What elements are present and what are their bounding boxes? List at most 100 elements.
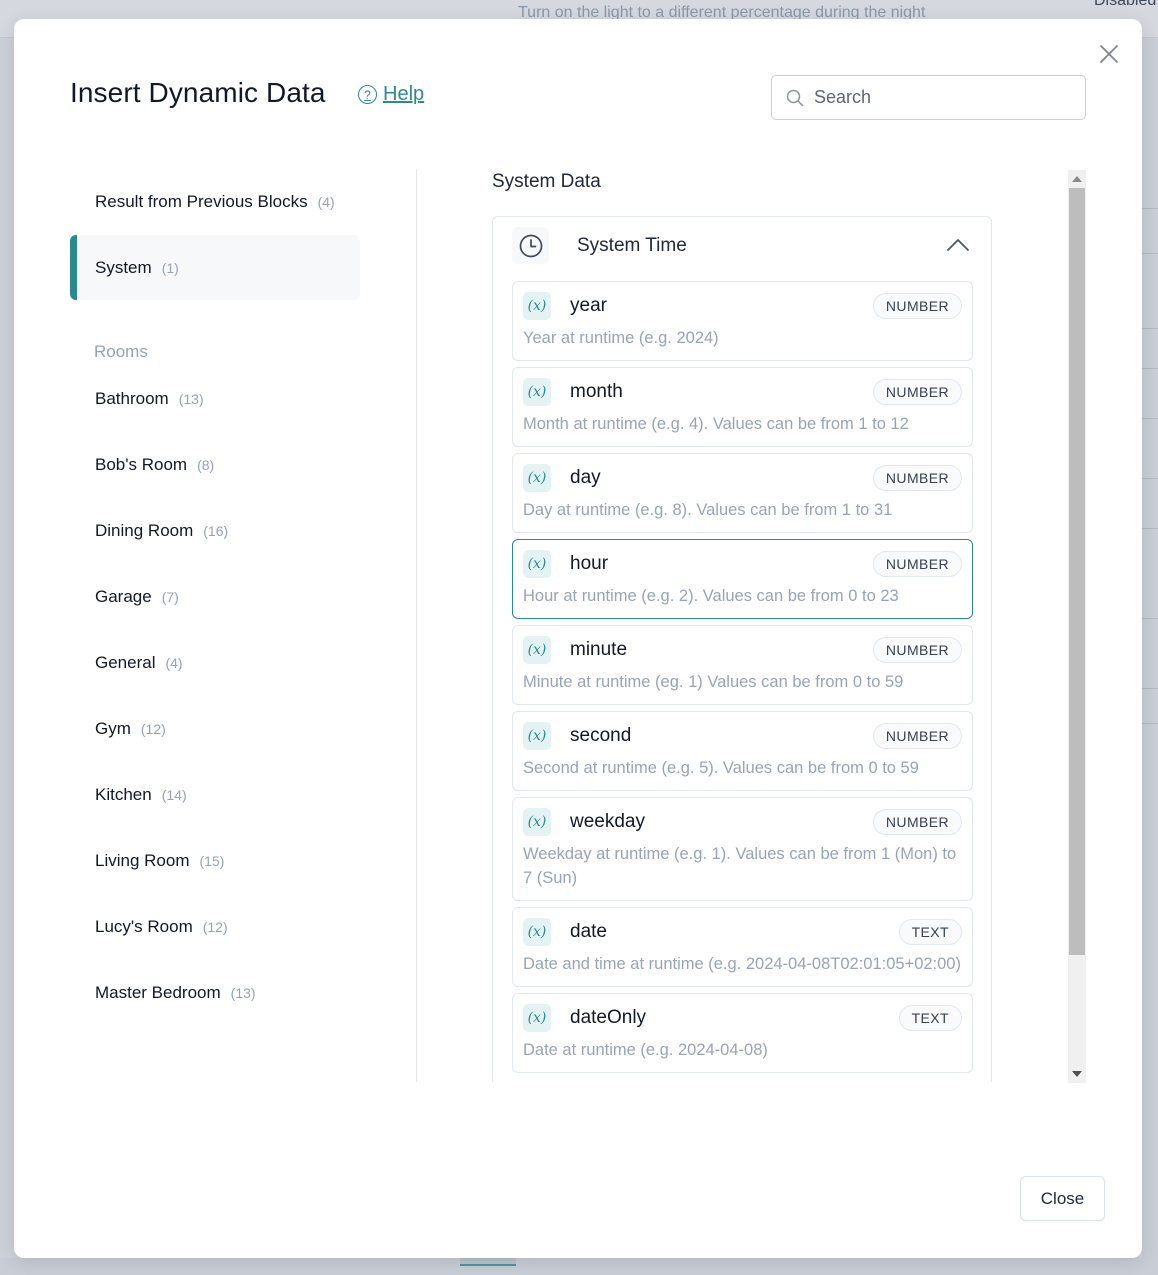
variable-description: Year at runtime (e.g. 2024) [523,329,719,347]
nav-item-room[interactable]: Living Room (15) [70,828,360,893]
nav-item-count: (14) [161,786,187,803]
variable-icon: (x) [523,635,551,664]
variable-type-badge: TEXT [898,1004,962,1031]
nav-item-label: Garage [95,586,152,606]
nav-item-label: Master Bedroom [95,982,221,1002]
insert-dynamic-data-modal: Insert Dynamic Data ? Help Result from P… [14,19,1142,1258]
nav-item-label: Kitchen [95,784,152,804]
variable-name: year [570,294,607,316]
close-button[interactable]: Close [1020,1176,1105,1221]
category-nav: Result from Previous Blocks (4) System (… [70,169,360,1026]
variable-card[interactable]: (x) date TEXT Date and time at runtime (e.g… [512,907,973,987]
variable-name: dateOnly [570,1006,647,1028]
nav-item-label: Bob's Room [95,454,188,474]
background-tab [460,1258,516,1266]
help-link[interactable]: ? Help [358,83,424,106]
variable-description: Day at runtime (e.g. 8). Values can be f… [523,501,893,519]
variable-type-badge: NUMBER [872,722,962,749]
search-input[interactable] [814,87,1054,108]
nav-item-room[interactable]: Bob's Room (8) [70,432,360,497]
variable-description: Minute at runtime (eg. 1) Values can be … [523,673,904,691]
chevron-up-icon[interactable] [945,235,971,255]
variable-name: hour [570,552,609,574]
variable-card-header: (x) day NUMBER [523,463,962,492]
variable-name: day [570,466,601,488]
scrollbar-thumb[interactable] [1069,188,1085,955]
nav-item-result-from-previous-blocks[interactable]: Result from Previous Blocks (4) [70,169,360,234]
nav-item-system[interactable]: System (1) [70,235,360,300]
variable-card-header: (x) month NUMBER [523,377,962,406]
nav-item-count: (8) [197,456,215,473]
variable-card[interactable]: (x) year NUMBER Year at runtime (e.g. 2024) [512,281,973,361]
nav-item-count: (13) [178,390,204,407]
question-circle-icon: ? [358,85,377,104]
nav-item-count: (1) [161,259,179,276]
search-field[interactable] [771,75,1086,120]
nav-item-room[interactable]: General (4) [70,630,360,695]
variable-icon: (x) [523,917,551,946]
variable-icon: (x) [523,721,551,750]
nav-item-room[interactable]: Garage (7) [70,564,360,629]
variable-card[interactable]: (x) minute NUMBER Minute at runtime (eg. 1)… [512,625,973,705]
variable-name: month [570,380,623,402]
modal-title: Insert Dynamic Data [70,77,326,108]
scrollbar[interactable] [1068,170,1086,1083]
variable-name: date [570,920,607,942]
variable-card-header: (x) second NUMBER [523,721,962,750]
variable-type-badge: NUMBER [872,292,962,319]
rooms-section-label: Rooms [94,342,148,361]
nav-item-room[interactable]: Kitchen (14) [70,762,360,827]
background-footer [0,1258,1158,1275]
variable-name: minute [570,638,628,660]
nav-item-count: (12) [202,918,228,935]
variable-type-badge: NUMBER [872,378,962,405]
nav-item-room[interactable]: Dining Room (16) [70,498,360,563]
nav-item-count: (7) [161,588,179,605]
clock-icon [512,227,549,264]
variable-type-badge: NUMBER [872,464,962,491]
variable-type-badge: NUMBER [872,636,962,663]
nav-item-label: Gym [95,718,131,738]
nav-item-room[interactable]: Master Bedroom (13) [70,960,360,1025]
nav-item-label: Dining Room [95,520,194,540]
nav-item-count: (4) [317,193,335,210]
variable-card[interactable]: (x) weekday NUMBER Weekday at runtime (e.g.… [512,797,973,901]
variable-description: Second at runtime (e.g. 5). Values can b… [523,759,919,777]
nav-item-room[interactable]: Bathroom (13) [70,366,360,431]
system-time-group: System Time (x) year NUMBER Year at runtime… [492,216,992,1082]
variable-description: Month at runtime (e.g. 4). Values can be… [523,415,909,433]
nav-item-room[interactable]: Lucy's Room (12) [70,894,360,959]
rooms-list: Bathroom (13) Bob's Room (8) Dining Room (16)… [70,366,360,1025]
scroll-down-arrow-icon[interactable] [1068,1065,1086,1083]
variable-card[interactable]: (x) month NUMBER Month at runtime (e.g. 4).… [512,367,973,447]
nav-item-label: Bathroom [95,388,169,408]
nav-item-count: (13) [230,984,256,1001]
variable-description: Date at runtime (e.g. 2024-04-08) [523,1041,768,1059]
nav-item-label: Result from Previous Blocks [95,191,308,211]
variable-card[interactable]: (x) second NUMBER Second at runtime (e.g. 5… [512,711,973,791]
variable-icon: (x) [523,377,551,406]
system-time-group-header[interactable]: System Time [493,217,991,281]
close-icon[interactable] [1096,41,1122,67]
panel-divider [416,169,417,1082]
variable-type-badge: TEXT [898,918,962,945]
nav-item-label: General [95,652,156,672]
variable-type-badge: NUMBER [872,550,962,577]
variable-description: Date and time at runtime (e.g. 2024-04-0… [523,955,961,973]
nav-item-room[interactable]: Gym (12) [70,696,360,761]
variable-card[interactable]: (x) hour NUMBER Hour at runtime (e.g. 2). V… [512,539,973,619]
group-title: System Time [577,235,687,256]
variable-card[interactable]: (x) day NUMBER Day at runtime (e.g. 8). Val… [512,453,973,533]
variable-icon: (x) [523,291,551,320]
scroll-up-arrow-icon[interactable] [1068,170,1086,188]
section-title: System Data [492,171,601,192]
variable-card-header: (x) year NUMBER [523,291,962,320]
variable-card-header: (x) weekday NUMBER [523,807,962,836]
variable-card[interactable]: (x) dateOnly TEXT Date at runtime (e.g. 202… [512,993,973,1073]
variable-icon: (x) [523,1003,551,1032]
variable-description: Hour at runtime (e.g. 2). Values can be … [523,587,899,605]
variable-icon: (x) [523,463,551,492]
variable-card-header: (x) minute NUMBER [523,635,962,664]
variable-type-badge: NUMBER [872,808,962,835]
nav-item-label: Lucy's Room [95,916,193,936]
